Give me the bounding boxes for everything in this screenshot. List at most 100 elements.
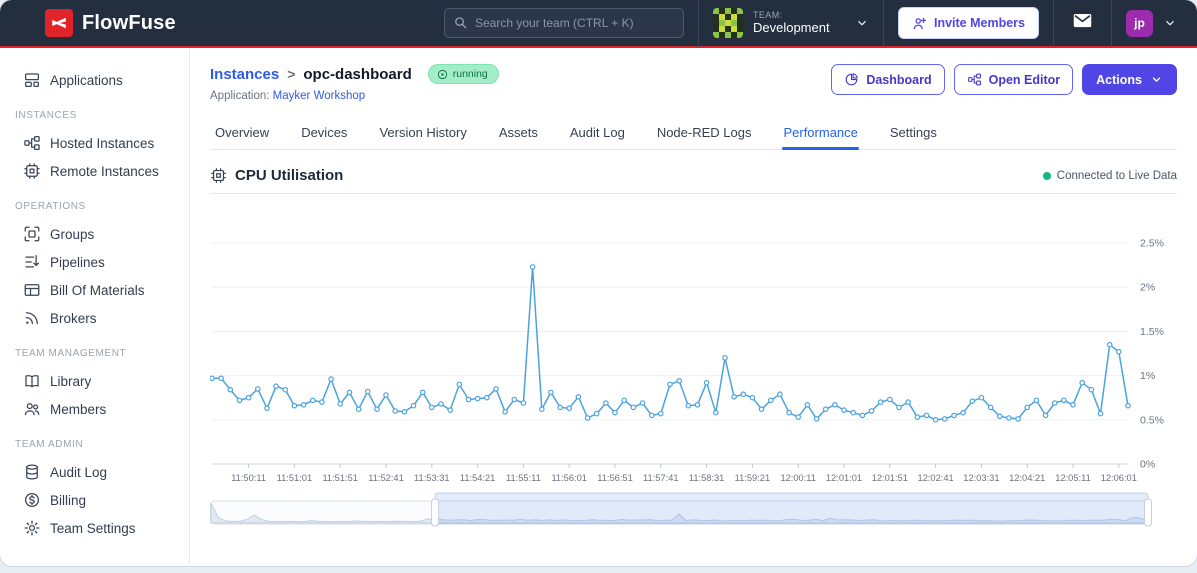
sidebar-item-label: Members (50, 401, 107, 417)
node-editor-icon (967, 73, 981, 86)
svg-text:1.5%: 1.5% (1140, 326, 1164, 338)
sidebar-item-brokers[interactable]: Brokers (0, 304, 189, 332)
instance-name: opc-dashboard (303, 65, 412, 83)
breadcrumb-separator: > (287, 66, 296, 82)
sidebar-item-applications[interactable]: Applications (0, 66, 189, 94)
breadcrumb: Instances > opc-dashboard running (210, 64, 499, 84)
team-settings-icon (23, 519, 41, 537)
sidebar-item-remote-instances[interactable]: Remote Instances (0, 157, 189, 185)
sidebar-item-label: Remote Instances (50, 163, 159, 179)
panel-header: CPU Utilisation Connected to Live Data (210, 167, 1177, 194)
svg-text:12:00:11: 12:00:11 (780, 473, 816, 483)
tab-devices[interactable]: Devices (300, 118, 348, 149)
svg-text:11:54:21: 11:54:21 (460, 473, 496, 483)
sidebar-section-team-admin: TEAM ADMIN (15, 439, 84, 450)
flowfuse-brand[interactable]: FlowFuse (45, 9, 176, 37)
svg-text:0%: 0% (1140, 459, 1155, 471)
user-menu[interactable]: jp (1111, 0, 1197, 47)
svg-text:0.5%: 0.5% (1140, 414, 1164, 426)
sidebar-section-team-management: TEAM MANAGEMENT (15, 348, 127, 359)
sidebar-item-label: Team Settings (50, 520, 136, 536)
sidebar-item-members[interactable]: Members (0, 395, 189, 423)
sidebar-section-operations: OPERATIONS (15, 201, 86, 212)
user-avatar: jp (1126, 9, 1153, 37)
invite-members-label: Invite Members (933, 16, 1025, 30)
chevron-down-icon (1152, 77, 1161, 82)
chevron-down-icon (855, 16, 869, 30)
application-line: Application: Mayker Workshop (210, 90, 499, 102)
mail-icon (1072, 10, 1093, 36)
svg-text:12:01:51: 12:01:51 (872, 473, 908, 483)
billing-icon (23, 491, 41, 509)
svg-text:11:55:11: 11:55:11 (506, 473, 541, 483)
sidebar-item-label: Brokers (50, 310, 97, 326)
svg-text:12:03:31: 12:03:31 (963, 473, 999, 483)
live-dot-icon (1042, 171, 1051, 180)
tab-assets[interactable]: Assets (498, 118, 539, 149)
tab-audit-log[interactable]: Audit Log (569, 118, 626, 149)
brokers-icon (23, 309, 41, 327)
tab-version-history[interactable]: Version History (378, 118, 467, 149)
live-status: Connected to Live Data (1042, 169, 1177, 182)
svg-text:12:01:01: 12:01:01 (826, 473, 862, 483)
pie-chart-icon (845, 73, 859, 86)
status-badge-label: running (452, 68, 488, 80)
sidebar-item-library[interactable]: Library (0, 367, 189, 395)
library-icon (23, 372, 41, 390)
svg-text:1%: 1% (1140, 370, 1155, 382)
sidebar: Applications INSTANCES Hosted Instances Rem… (0, 48, 190, 564)
invite-members-button[interactable]: Invite Members (897, 7, 1039, 39)
open-editor-button[interactable]: Open Editor (953, 64, 1074, 95)
svg-text:11:51:51: 11:51:51 (322, 473, 358, 483)
svg-text:11:53:31: 11:53:31 (414, 473, 450, 483)
flowfuse-logo-icon (45, 9, 73, 37)
notifications-button[interactable] (1053, 0, 1111, 47)
invite-section: Invite Members (882, 0, 1053, 47)
main-content: Instances > opc-dashboard running Applic… (190, 48, 1197, 564)
search-input[interactable] (443, 8, 684, 38)
chart-range-brush[interactable] (210, 491, 1172, 531)
sidebar-item-team-settings[interactable]: Team Settings (0, 514, 189, 542)
panel-title: CPU Utilisation (235, 167, 344, 184)
sidebar-item-groups[interactable]: Groups (0, 220, 189, 248)
sidebar-item-billing[interactable]: Billing (0, 486, 189, 514)
sidebar-item-label: Pipelines (50, 254, 105, 270)
sidebar-section-instances: INSTANCES (15, 110, 77, 121)
sidebar-item-label: Billing (50, 492, 87, 508)
team-selector[interactable]: TEAM: Development (697, 0, 883, 47)
tab-node-red-logs[interactable]: Node-RED Logs (656, 118, 753, 149)
sidebar-item-hosted-instances[interactable]: Hosted Instances (0, 129, 189, 157)
svg-text:11:51:01: 11:51:01 (277, 473, 313, 483)
sidebar-item-bill-of-materials[interactable]: Bill Of Materials (0, 276, 189, 304)
actions-button-label: Actions (1096, 72, 1142, 87)
tab-settings[interactable]: Settings (889, 118, 938, 149)
tab-overview[interactable]: Overview (214, 118, 270, 149)
groups-icon (23, 225, 41, 243)
tab-performance[interactable]: Performance (782, 118, 860, 150)
dashboard-button[interactable]: Dashboard (831, 64, 945, 95)
application-link[interactable]: Mayker Workshop (273, 90, 365, 102)
user-plus-icon (913, 17, 927, 29)
cpu-icon (210, 167, 227, 184)
cpu-line-chart: 0% 0.5% 1% 1.5% 2% 2.5% 11:50:11 11:51:01 11:51:… (209, 238, 1164, 483)
sidebar-item-label: Hosted Instances (50, 135, 155, 151)
sidebar-item-label: Bill Of Materials (50, 282, 145, 298)
sidebar-item-pipelines[interactable]: Pipelines (0, 248, 189, 276)
chevron-down-icon (1163, 16, 1177, 30)
svg-text:12:05:11: 12:05:11 (1055, 473, 1091, 483)
actions-button[interactable]: Actions (1082, 64, 1177, 95)
breadcrumb-instances-link[interactable]: Instances (210, 66, 279, 83)
dashboard-button-label: Dashboard (866, 72, 932, 87)
svg-text:11:59:21: 11:59:21 (735, 473, 771, 483)
svg-text:2.5%: 2.5% (1140, 238, 1164, 250)
svg-text:2%: 2% (1140, 282, 1155, 294)
play-circle-icon (437, 69, 447, 79)
top-navbar: FlowFuse TEAM: Development Invite M (0, 0, 1197, 48)
svg-text:12:02:41: 12:02:41 (917, 473, 953, 483)
live-status-label: Connected to Live Data (1056, 169, 1177, 182)
svg-text:12:04:21: 12:04:21 (1009, 473, 1045, 483)
svg-text:11:50:11: 11:50:11 (231, 473, 266, 483)
application-label: Application: (210, 90, 270, 102)
sidebar-item-audit-log[interactable]: Audit Log (0, 458, 189, 486)
search-icon (453, 15, 468, 30)
